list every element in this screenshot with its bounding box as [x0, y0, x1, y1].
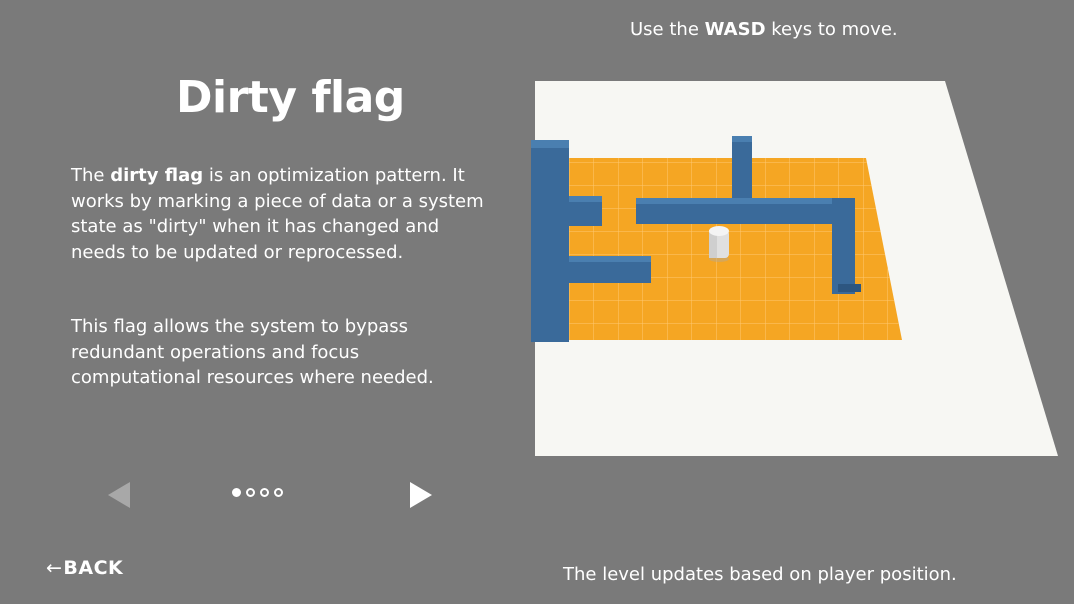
para1-bold-term: dirty flag [110, 165, 204, 186]
back-button[interactable]: ← BACK [46, 557, 123, 579]
para1-prefix: The [71, 165, 111, 186]
page-dot-1[interactable] [232, 488, 241, 497]
page-dot-3[interactable] [260, 488, 269, 497]
next-slide-button[interactable] [410, 482, 432, 508]
pagination-dots [232, 488, 283, 497]
back-arrow-icon: ← [46, 557, 63, 579]
page-dot-2[interactable] [246, 488, 255, 497]
slide-title: Dirty flag [176, 72, 405, 123]
page-dot-4[interactable] [274, 488, 283, 497]
hint-prefix: Use the [630, 19, 705, 40]
controls-hint: Use the WASD keys to move. [630, 19, 898, 40]
description-paragraph-2: This flag allows the system to bypass re… [71, 316, 434, 388]
hint-suffix: keys to move. [765, 19, 898, 40]
previous-slide-button[interactable] [108, 482, 130, 508]
back-label: BACK [63, 557, 124, 579]
player-capsule [709, 226, 729, 262]
hint-keys: WASD [704, 19, 766, 40]
level-status-caption: The level updates based on player positi… [563, 564, 957, 585]
description-paragraph-1: The dirty flag is an optimization patter… [71, 163, 491, 265]
game-viewport[interactable] [520, 70, 1074, 470]
